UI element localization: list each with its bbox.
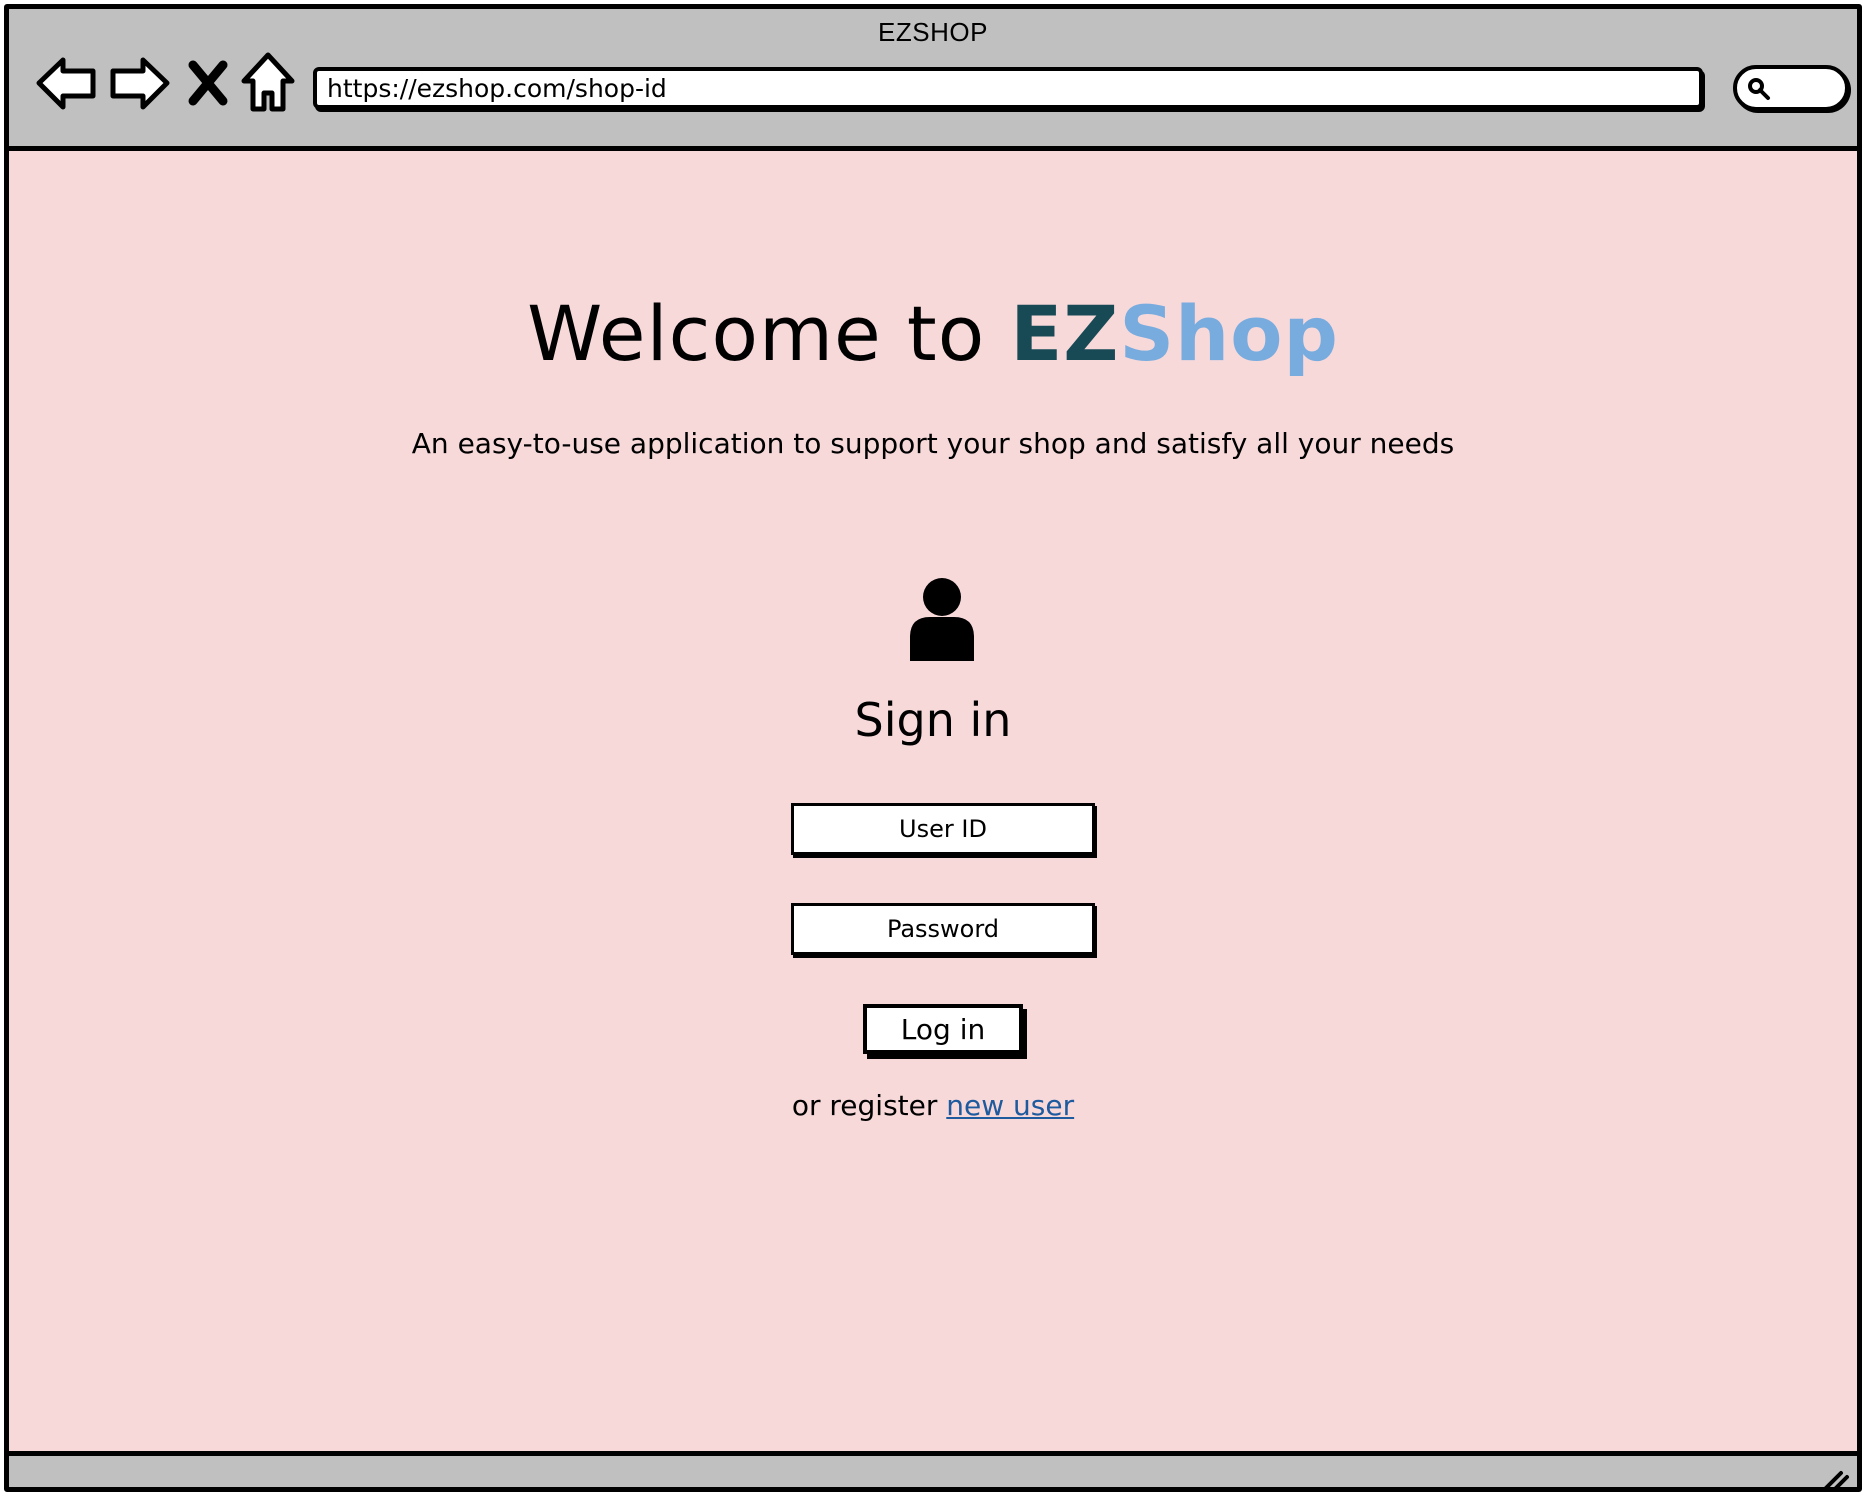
- search-icon: [1748, 78, 1770, 100]
- password-field[interactable]: [791, 903, 1095, 955]
- register-new-user-link[interactable]: new user: [946, 1089, 1074, 1122]
- back-button[interactable]: [35, 51, 99, 115]
- page-subtitle: An easy-to-use application to support yo…: [411, 427, 1455, 460]
- page-title: Welcome to EZShop: [9, 289, 1857, 378]
- arrow-left-icon: [36, 57, 96, 110]
- close-icon: [188, 60, 228, 106]
- arrow-right-icon: [110, 57, 170, 110]
- user-icon: [906, 575, 978, 661]
- user-id-field[interactable]: [791, 803, 1095, 855]
- page-content: Welcome to EZShop An easy-to-use applica…: [9, 151, 1857, 1451]
- register-line: or register new user: [9, 1089, 1857, 1122]
- address-bar[interactable]: https://ezshop.com/shop-id: [313, 67, 1703, 109]
- brand-name-shop: Shop: [1119, 289, 1339, 378]
- resize-grip-icon[interactable]: [1819, 1463, 1851, 1487]
- heading-prefix: Welcome to: [527, 289, 1011, 378]
- browser-toolbar: EZSHOP https://ezshop.com/shop-id: [9, 9, 1857, 151]
- forward-button[interactable]: [107, 51, 171, 115]
- login-button[interactable]: Log in: [863, 1004, 1023, 1054]
- browser-window: EZSHOP https://ezshop.com/shop-id Welcom…: [4, 4, 1862, 1492]
- window-title: EZSHOP: [878, 17, 988, 47]
- search-box[interactable]: [1733, 65, 1849, 111]
- status-bar: [9, 1451, 1857, 1487]
- url-text: https://ezshop.com/shop-id: [327, 73, 667, 103]
- home-icon: [241, 52, 295, 112]
- register-prefix: or register: [791, 1089, 947, 1122]
- brand-name-ez: EZ: [1010, 289, 1120, 378]
- signin-title: Sign in: [854, 693, 1012, 747]
- stop-button[interactable]: [183, 51, 233, 115]
- home-button[interactable]: [239, 51, 297, 115]
